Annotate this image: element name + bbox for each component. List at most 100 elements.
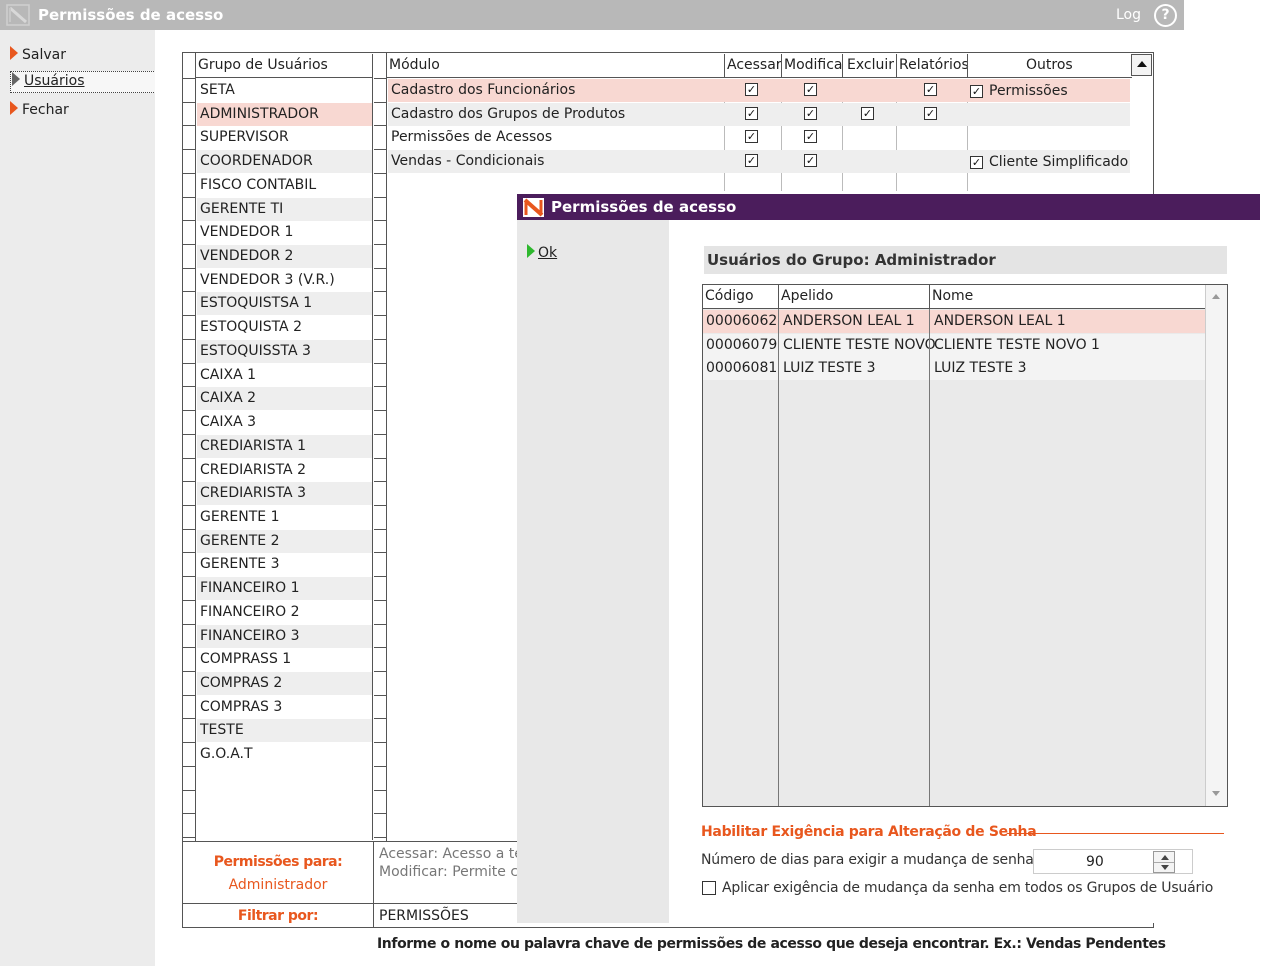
group-list-item[interactable]: FISCO CONTABIL [197,174,372,197]
permissions-for-label: Permissões para: [213,854,343,870]
arrow-right-icon [10,46,18,60]
checkbox-relatorios[interactable]: ✓ [924,83,937,96]
module-row[interactable]: Vendas - Condicionais ✓ ✓ ✓ Cliente Simplifi… [388,150,1130,173]
user-codigo: 00006081 [706,360,778,376]
group-list-item[interactable]: CREDIARISTA 2 [197,459,372,482]
group-list-item[interactable]: ESTOQUISTSA 1 [197,292,372,315]
group-list-item[interactable]: ADMINISTRADOR [197,103,372,126]
scroll-up-button[interactable] [1131,54,1152,76]
row-indicator-line [183,671,195,672]
checkbox-excluir[interactable]: ✓ [861,107,874,120]
col-header-modulo[interactable]: Módulo [389,57,440,73]
scroll-down-button[interactable] [1208,785,1225,802]
group-list-item[interactable]: FINANCEIRO 3 [197,625,372,648]
row-indicator-line [374,813,386,814]
col-header-acessar[interactable]: Acessar [727,57,782,73]
checkbox-acessar[interactable]: ✓ [745,83,758,96]
group-list-item[interactable]: VENDEDOR 2 [197,245,372,268]
spin-up-icon[interactable] [1161,855,1169,860]
group-list-item[interactable]: COMPRAS 2 [197,672,372,695]
group-list-item[interactable]: FINANCEIRO 1 [197,577,372,600]
checkbox-relatorios[interactable]: ✓ [924,107,937,120]
module-row[interactable]: Cadastro dos Funcionários ✓ ✓ ✓ ✓ Permissões [388,79,1130,102]
filter-input[interactable]: PERMISSÕES [373,904,518,927]
row-indicator-line [183,576,195,577]
ok-button[interactable]: Ok [527,244,557,261]
group-list-item[interactable]: SETA [197,79,372,102]
col-header-codigo[interactable]: Código [705,288,754,304]
module-name: Cadastro dos Funcionários [391,82,576,98]
password-section-title: Habilitar Exigência para Alteração de Se… [701,824,1037,840]
row-indicator-line [183,197,195,198]
group-list-item[interactable]: GERENTE 2 [197,530,372,553]
col-header-apelido[interactable]: Apelido [781,288,833,304]
col-header-excluir[interactable]: Excluir [847,57,894,73]
row-indicator-line [374,268,386,269]
user-codigo: 00006062 [706,313,778,329]
row-indicator-line [374,244,386,245]
nav-salvar-button[interactable]: Salvar [10,46,156,68]
col-header-modificar[interactable]: Modifica [784,57,842,73]
row-indicator-line [183,624,195,625]
checkbox-acessar[interactable]: ✓ [745,107,758,120]
spin-down-icon[interactable] [1161,865,1169,870]
row-indicator-line [374,125,386,126]
row-indicator-line [183,790,195,791]
module-row[interactable]: Permissões de Acessos ✓ ✓ [388,126,1130,149]
group-list-item[interactable]: GERENTE 1 [197,506,372,529]
group-list-item[interactable]: GERENTE 3 [197,553,372,576]
apply-all-checkbox[interactable] [702,881,716,895]
scroll-down-icon [1212,791,1220,796]
permissions-legend: Acessar: Acesso a tela Modificar: Permit… [373,841,518,903]
group-list-item[interactable]: COMPRAS 3 [197,696,372,719]
module-name: Cadastro dos Grupos de Produtos [391,106,626,122]
checkbox-acessar[interactable]: ✓ [745,130,758,143]
group-list-item[interactable]: G.O.A.T [197,743,372,766]
row-indicator-line [374,790,386,791]
col-header-relatorios[interactable]: Relatórios [899,57,969,73]
nav-fechar-button[interactable]: Fechar [10,101,156,123]
group-list-item[interactable]: SUPERVISOR [197,126,372,149]
row-indicator-line [183,458,195,459]
checkbox-outros[interactable]: ✓ [970,85,983,98]
header-divider [842,54,843,78]
module-row[interactable]: Cadastro dos Grupos de Produtos ✓ ✓ ✓ ✓ [388,103,1130,126]
permissions-for-value: Administrador [228,877,328,893]
nav-usuarios-button[interactable]: Usuários [10,71,156,93]
dialog-sidebar: Ok [517,220,669,923]
group-list-item[interactable]: CAIXA 2 [197,387,372,410]
row-indicator-line [374,149,386,150]
group-list-item[interactable]: COORDENADOR [197,150,372,173]
row-indicator-line [183,315,195,316]
help-icon[interactable]: ? [1154,4,1177,27]
col-header-outros[interactable]: Outros [1026,57,1073,73]
group-list-item[interactable]: TESTE [197,719,372,742]
app-logo-icon [6,4,30,26]
group-list-item[interactable]: GERENTE TI [197,198,372,221]
scroll-up-button[interactable] [1208,288,1225,305]
group-list-item[interactable]: CAIXA 1 [197,364,372,387]
group-list-item[interactable]: CREDIARISTA 3 [197,482,372,505]
users-scrollbar[interactable] [1205,285,1227,806]
user-apelido: ANDERSON LEAL 1 [783,313,915,329]
checkbox-modificar[interactable]: ✓ [804,154,817,167]
checkbox-modificar[interactable]: ✓ [804,107,817,120]
group-list-item[interactable]: VENDEDOR 1 [197,221,372,244]
group-list-item[interactable]: CREDIARISTA 1 [197,435,372,458]
log-link[interactable]: Log [1116,7,1141,23]
arrow-right-icon [10,101,18,115]
checkbox-outros[interactable]: ✓ [970,156,983,169]
group-list-item[interactable]: VENDEDOR 3 (V.R.) [197,269,372,292]
group-list-item[interactable]: FINANCEIRO 2 [197,601,372,624]
group-list-item[interactable]: ESTOQUISTA 2 [197,316,372,339]
checkbox-modificar[interactable]: ✓ [804,130,817,143]
group-list-item[interactable]: CAIXA 3 [197,411,372,434]
group-list-item[interactable]: ESTOQUISSTA 3 [197,340,372,363]
header-divider [724,54,725,78]
checkbox-acessar[interactable]: ✓ [745,154,758,167]
group-list-header: Grupo de Usuários [196,54,372,78]
checkbox-modificar[interactable]: ✓ [804,83,817,96]
col-header-nome[interactable]: Nome [932,288,973,304]
days-spinner[interactable] [1153,851,1175,873]
group-list-item[interactable]: COMPRASS 1 [197,648,372,671]
